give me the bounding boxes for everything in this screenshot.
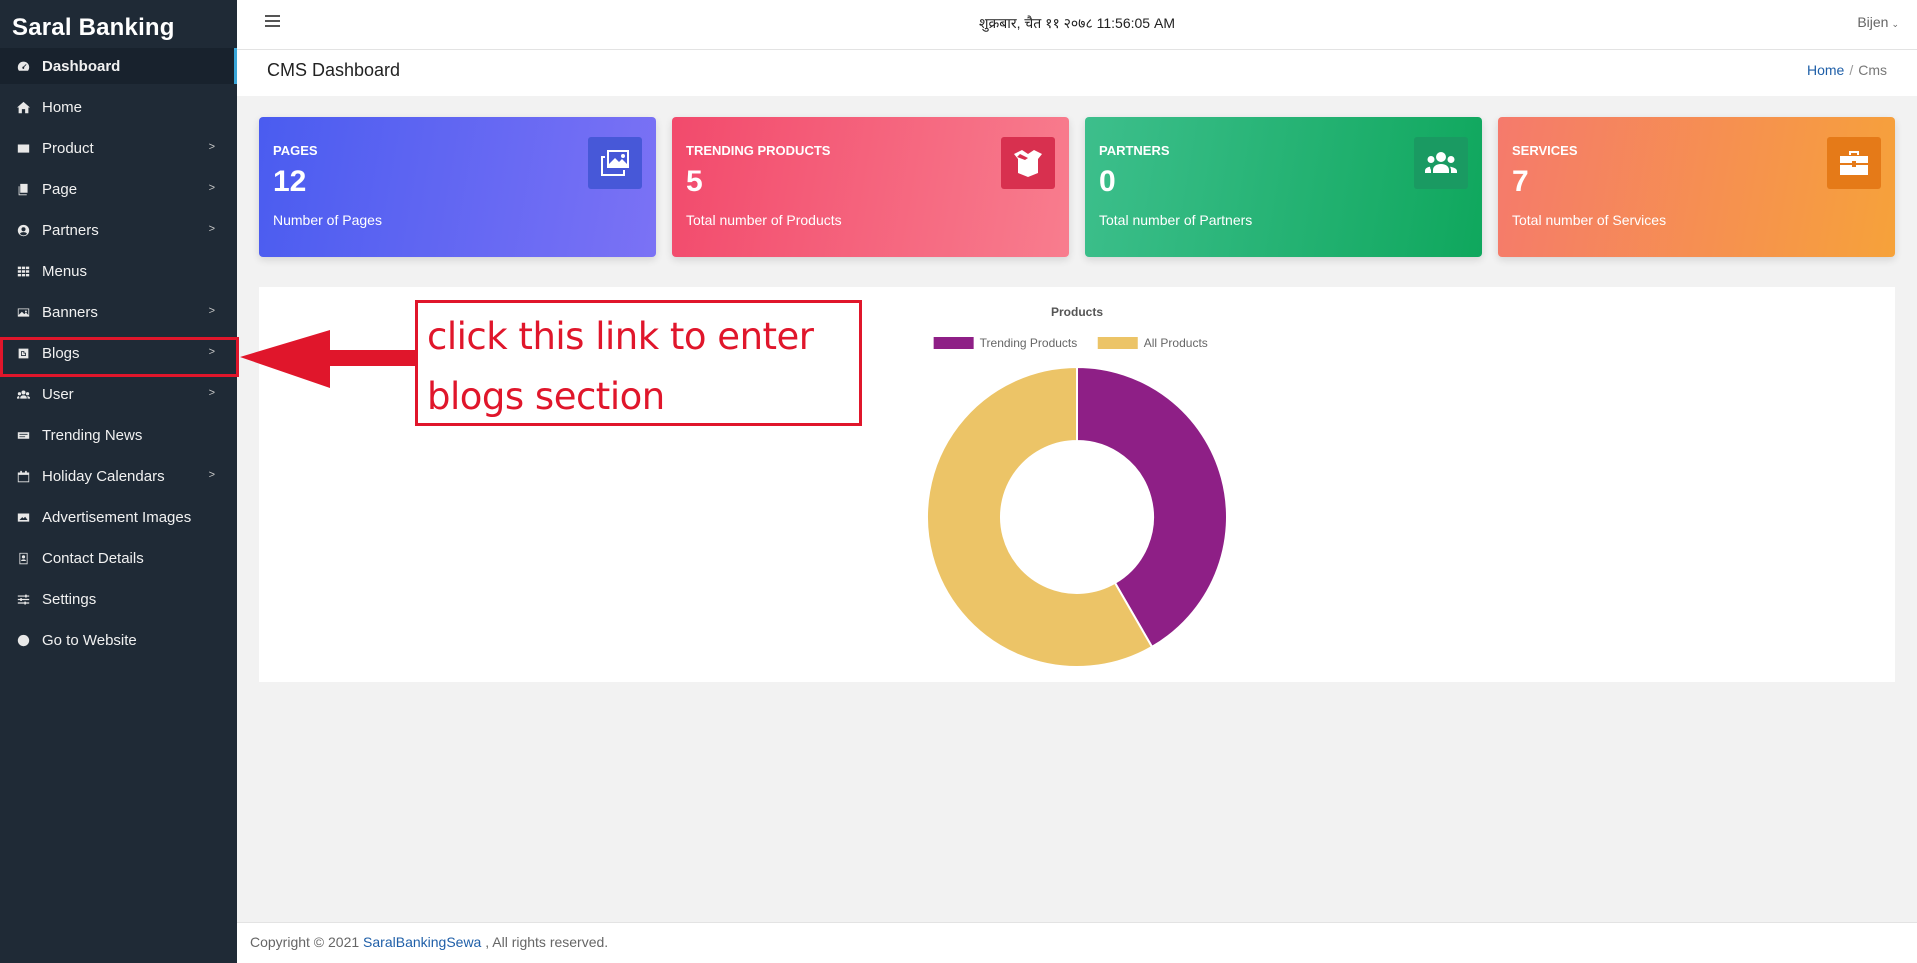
sidebar-item-user[interactable]: User >	[0, 376, 237, 412]
images-icon	[588, 137, 642, 189]
grid-icon	[16, 264, 30, 278]
card-value: 12	[273, 165, 307, 198]
legend-label[interactable]: Trending Products	[980, 336, 1078, 350]
sidebar-item-label: Go to Website	[42, 631, 137, 649]
card-title: TRENDING PRODUCTS	[686, 143, 831, 158]
sidebar: Saral Banking Dashboard Home Product > P…	[0, 0, 237, 963]
card-description: Total number of Services	[1512, 212, 1667, 228]
legend-swatch[interactable]	[933, 337, 974, 349]
chevron-right-icon: >	[208, 223, 215, 235]
sliders-icon	[16, 592, 30, 606]
sidebar-item-settings[interactable]: Settings	[0, 581, 237, 617]
sidebar-item-home[interactable]: Home	[0, 89, 237, 125]
sidebar-item-dashboard[interactable]: Dashboard	[0, 48, 237, 84]
sidebar-item-label: Blogs	[42, 344, 80, 362]
sidebar-item-banners[interactable]: Banners >	[0, 294, 237, 330]
sidebar-item-product[interactable]: Product >	[0, 130, 237, 166]
sidebar-item-label: User	[42, 385, 74, 403]
chevron-right-icon: >	[208, 182, 215, 194]
footer-rights: , All rights reserved.	[485, 934, 609, 950]
page-header: CMS Dashboard Home / Cms	[237, 50, 1917, 96]
legend-label[interactable]: All Products	[1144, 336, 1208, 350]
sidebar-item-go-to-website[interactable]: Go to Website	[0, 622, 237, 658]
annotation-callout: click this link to enter blogs section	[415, 300, 862, 426]
card-value: 7	[1512, 165, 1529, 198]
sidebar-item-label: Product	[42, 139, 94, 157]
sidebar-item-label: Home	[42, 98, 83, 116]
briefcase-icon	[1827, 137, 1881, 189]
chevron-right-icon: >	[208, 387, 215, 399]
contact-icon	[16, 551, 30, 565]
chevron-down-icon: ⌄	[1891, 19, 1899, 29]
annotation-arrow-icon	[240, 330, 415, 388]
chevron-right-icon: >	[208, 469, 215, 481]
user-menu[interactable]: Bijen ⌄	[1857, 14, 1899, 30]
sidebar-item-label: Dashboard	[42, 57, 121, 75]
chart-title: Products	[1051, 305, 1103, 319]
box-open-icon	[1001, 137, 1055, 189]
page-title: CMS Dashboard	[267, 60, 401, 80]
sidebar-item-blogs[interactable]: Blogs >	[0, 335, 237, 371]
card-title: SERVICES	[1512, 143, 1578, 158]
footer: Copyright © 2021 SaralBankingSewa , All …	[237, 922, 1917, 963]
stat-card-partners: PARTNERS 0 Total number of Partners	[1085, 117, 1482, 257]
sidebar-item-label: Banners	[42, 303, 98, 321]
breadcrumb: Home / Cms	[1807, 62, 1887, 78]
news-icon	[16, 428, 30, 442]
sidebar-item-advertisement-images[interactable]: Advertisement Images	[0, 499, 237, 535]
breadcrumb-current: Cms	[1858, 62, 1887, 78]
sidebar-item-trending-news[interactable]: Trending News	[0, 417, 237, 453]
card-value: 5	[686, 165, 703, 198]
brand-title[interactable]: Saral Banking	[0, 0, 237, 50]
dashboard-icon	[16, 59, 30, 73]
sidebar-item-label: Holiday Calendars	[42, 467, 165, 485]
card-title: PARTNERS	[1099, 143, 1170, 158]
user-circle-icon	[16, 223, 30, 237]
datetime-display: शुक्रबार, चैत ११ २०७८ 11:56:05 AM	[979, 15, 1175, 31]
legend-swatch[interactable]	[1097, 337, 1138, 349]
breadcrumb-separator: /	[1849, 62, 1854, 78]
sidebar-item-label: Settings	[42, 590, 97, 608]
top-bar: शुक्रबार, चैत ११ २०७८ 11:56:05 AM Bijen ⌄	[237, 0, 1917, 50]
sidebar-item-page[interactable]: Page >	[0, 171, 237, 207]
sidebar-item-holiday-calendars[interactable]: Holiday Calendars >	[0, 458, 237, 494]
sidebar-item-partners[interactable]: Partners >	[0, 212, 237, 248]
breadcrumb-home-link[interactable]: Home	[1807, 62, 1844, 78]
card-description: Total number of Products	[686, 212, 842, 228]
card-value: 0	[1099, 165, 1116, 198]
home-icon	[16, 100, 30, 114]
footer-company-link[interactable]: SaralBankingSewa	[363, 934, 481, 950]
users-icon	[16, 387, 30, 401]
sidebar-item-label: Trending News	[42, 426, 143, 444]
ad-icon	[16, 510, 30, 524]
card-title: PAGES	[273, 143, 318, 158]
chevron-right-icon: >	[208, 346, 215, 358]
footer-copyright: Copyright © 2021	[250, 934, 360, 950]
chevron-right-icon: >	[208, 141, 215, 153]
users-icon	[1414, 137, 1468, 189]
product-icon	[16, 141, 30, 155]
stat-card-pages: PAGES 12 Number of Pages	[259, 117, 656, 257]
sidebar-item-label: Contact Details	[42, 549, 144, 567]
sidebar-item-label: Advertisement Images	[42, 508, 192, 526]
sidebar-item-label: Partners	[42, 221, 99, 239]
chevron-right-icon: >	[208, 305, 215, 317]
page-icon	[16, 182, 30, 196]
globe-icon	[16, 633, 30, 647]
sidebar-item-contact-details[interactable]: Contact Details	[0, 540, 237, 576]
sidebar-item-label: Page	[42, 180, 78, 198]
card-description: Total number of Partners	[1099, 212, 1253, 228]
annotation-text-line2: blogs section	[427, 375, 665, 418]
calendar-icon	[16, 469, 30, 483]
stat-card-trending-products: TRENDING PRODUCTS 5 Total number of Prod…	[672, 117, 1069, 257]
user-name: Bijen	[1857, 14, 1889, 30]
annotation-text-line1: click this link to enter	[427, 315, 814, 358]
card-description: Number of Pages	[273, 212, 382, 228]
blog-icon	[16, 346, 30, 360]
sidebar-item-menus[interactable]: Menus	[0, 253, 237, 289]
sidebar-item-label: Menus	[42, 262, 88, 280]
stat-card-services: SERVICES 7 Total number of Services	[1498, 117, 1895, 257]
image-icon	[16, 305, 30, 319]
